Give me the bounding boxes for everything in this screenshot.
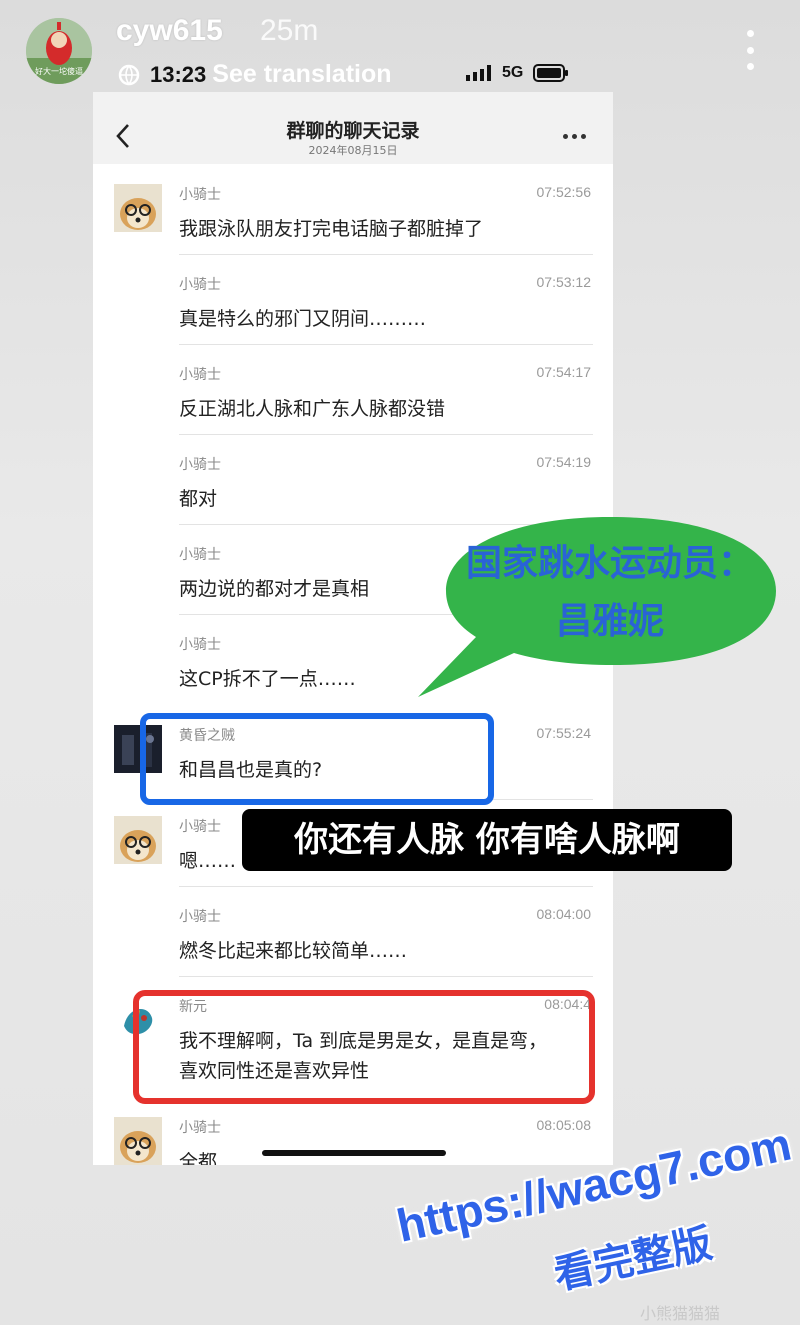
- chat-message[interactable]: 小骑士 07:53:12 真是特么的邪门又阴间………: [93, 274, 613, 364]
- message-time: 08:05:08: [536, 1117, 592, 1133]
- message-text: 燃冬比起来都比较简单……: [179, 940, 408, 962]
- message-sender: 小骑士: [179, 367, 221, 383]
- phone-status-bar: 5G: [466, 64, 569, 82]
- chat-message[interactable]: 小骑士 08:05:08 全都: [93, 1117, 613, 1165]
- phone-clock: 13:23: [150, 61, 207, 87]
- message-divider: [179, 434, 593, 435]
- story-avatar[interactable]: 好大一坨傻逼: [26, 18, 92, 84]
- message-divider: [179, 886, 593, 887]
- chat-message[interactable]: 小骑士 07:54:17 反正湖北人脉和广东人脉都没错: [93, 364, 613, 454]
- message-divider: [179, 254, 593, 255]
- message-sender: 小骑士: [179, 547, 221, 563]
- blue-highlight-box: [140, 713, 494, 805]
- message-time: 08:04:00: [536, 906, 592, 922]
- chat-more-icon[interactable]: [563, 134, 586, 139]
- message-text: 这CP拆不了一点……: [179, 668, 356, 690]
- story-header: 好大一坨傻逼 cyw615 25m 13:23 See translation …: [0, 0, 800, 90]
- battery-icon: [533, 64, 569, 82]
- message-divider: [179, 344, 593, 345]
- chat-topbar: 群聊的聊天记录 2024年08月15日: [93, 92, 613, 164]
- story-username[interactable]: cyw615: [116, 14, 223, 48]
- watermark-text: 看完整版: [550, 1220, 717, 1299]
- bubble-line1: 国家跳水运动员：: [465, 543, 754, 584]
- message-text: 反正湖北人脉和广东人脉都没错: [179, 398, 446, 420]
- shiba-avatar: [114, 1117, 162, 1165]
- message-text: 真是特么的邪门又阴间………: [179, 308, 427, 330]
- teletubby-avatar-image: 好大一坨傻逼: [26, 18, 92, 84]
- see-translation-link[interactable]: 13:23 See translation: [118, 60, 392, 89]
- message-text: 我跟泳队朋友打完电话脑子都脏掉了: [179, 218, 484, 240]
- signal-icon: [466, 65, 491, 81]
- message-sender: 小骑士: [179, 457, 221, 473]
- message-time: 07:53:12: [536, 274, 592, 290]
- network-label: 5G: [502, 64, 524, 81]
- chat-date: 2024年08月15日: [308, 144, 398, 157]
- faint-watermark: 小熊猫猫猫: [640, 1304, 721, 1323]
- message-sender: 小骑士: [179, 1120, 221, 1136]
- message-time: 07:54:19: [536, 454, 592, 470]
- message-sender: 小骑士: [179, 819, 221, 835]
- message-text: 都对: [179, 488, 218, 510]
- message-sender: 小骑士: [179, 637, 221, 653]
- bubble-line2: 昌雅妮: [555, 601, 664, 642]
- chat-message[interactable]: 小骑士 07:52:56 我跟泳队朋友打完电话脑子都脏掉了: [93, 184, 613, 274]
- shiba-avatar: [114, 184, 162, 232]
- message-text: 嗯……: [179, 850, 237, 872]
- message-time: 07:55:24: [536, 725, 592, 741]
- message-time: 07:54:17: [536, 364, 592, 380]
- speech-bubble-annotation: 国家跳水运动员： 昌雅妮: [414, 505, 784, 705]
- see-translation-label: See translation: [212, 60, 392, 88]
- message-text: 两边说的都对才是真相: [179, 578, 370, 600]
- home-indicator: [262, 1150, 446, 1156]
- chat-message[interactable]: 小骑士 08:04:00 燃冬比起来都比较简单……: [93, 906, 613, 996]
- message-sender: 小骑士: [179, 187, 221, 203]
- globe-icon: [118, 64, 140, 85]
- video-caption: 你还有人脉 你有啥人脉啊: [242, 809, 732, 871]
- chat-title: 群聊的聊天记录: [286, 120, 420, 142]
- message-divider: [179, 976, 593, 977]
- red-highlight-box: [133, 990, 595, 1104]
- message-time: 07:52:56: [536, 184, 592, 200]
- story-time-ago: 25m: [260, 14, 319, 47]
- story-more-icon[interactable]: [744, 30, 756, 70]
- message-sender: 小骑士: [179, 909, 221, 925]
- shiba-avatar: [114, 816, 162, 864]
- message-sender: 小骑士: [179, 277, 221, 293]
- message-text: 全都: [179, 1151, 218, 1165]
- svg-text:好大一坨傻逼: 好大一坨傻逼: [35, 66, 83, 76]
